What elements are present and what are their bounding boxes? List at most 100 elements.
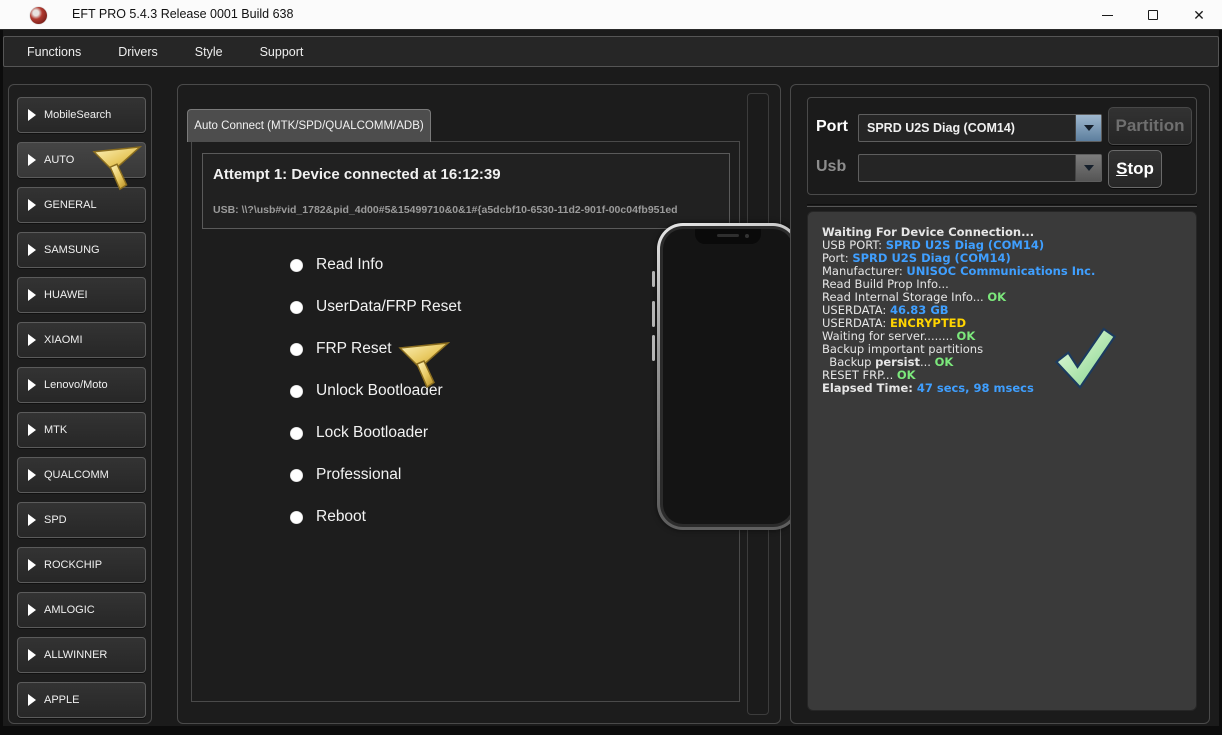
- success-check-icon: [1048, 318, 1124, 400]
- partition-button[interactable]: Partition: [1108, 107, 1192, 145]
- sidebar-item-label: HUAWEI: [44, 289, 88, 301]
- sidebar-item-lenovo-moto[interactable]: Lenovo/Moto: [17, 367, 146, 403]
- title-bar: EFT PRO 5.4.3 Release 0001 Build 638 ✕: [0, 0, 1222, 30]
- sidebar-item-qualcomm[interactable]: QUALCOMM: [17, 457, 146, 493]
- usb-select[interactable]: [858, 154, 1102, 182]
- port-group: Port SPRD U2S Diag (COM14) Partition Usb…: [807, 97, 1197, 195]
- phone-speaker: [717, 234, 739, 237]
- tab-panel: Attempt 1: Device connected at 16:12:39 …: [191, 141, 740, 702]
- sidebar-item-label: ALLWINNER: [44, 649, 107, 661]
- option-unlock-bootloader[interactable]: Unlock Bootloader: [290, 370, 461, 412]
- option-professional[interactable]: Professional: [290, 454, 461, 496]
- sidebar-item-xiaomi[interactable]: XIAOMI: [17, 322, 146, 358]
- maximize-button[interactable]: [1130, 0, 1176, 30]
- sidebar-item-label: MTK: [44, 424, 67, 436]
- sidebar-item-label: AMLOGIC: [44, 604, 95, 616]
- main-panel: Auto Connect (MTK/SPD/QUALCOMM/ADB) Atte…: [177, 84, 781, 724]
- sidebar-item-label: SPD: [44, 514, 67, 526]
- window-edge-bottom: [0, 726, 1222, 735]
- sidebar-item-general[interactable]: GENERAL: [17, 187, 146, 223]
- port-select[interactable]: SPRD U2S Diag (COM14): [858, 114, 1102, 142]
- play-triangle-icon: [28, 154, 36, 166]
- sidebar-item-samsung[interactable]: SAMSUNG: [17, 232, 146, 268]
- log-line: Elapsed Time: 47 secs, 98 msecs: [822, 382, 1196, 395]
- menu-item-support[interactable]: Support: [246, 37, 318, 66]
- phone-camera: [745, 234, 749, 238]
- play-triangle-icon: [28, 694, 36, 706]
- radio-button[interactable]: [290, 343, 303, 356]
- option-frp-reset[interactable]: FRP Reset: [290, 328, 461, 370]
- sidebar-item-label: APPLE: [44, 694, 79, 706]
- radio-button[interactable]: [290, 301, 303, 314]
- radio-button[interactable]: [290, 385, 303, 398]
- option-label: Read Info: [316, 256, 383, 274]
- option-userdata-frp-reset[interactable]: UserData/FRP Reset: [290, 286, 461, 328]
- menu-item-drivers[interactable]: Drivers: [104, 37, 172, 66]
- port-select-value: SPRD U2S Diag (COM14): [859, 121, 1075, 135]
- option-label: Professional: [316, 466, 401, 484]
- radio-button[interactable]: [290, 469, 303, 482]
- phone-volume-up: [652, 301, 655, 327]
- sidebar-item-allwinner[interactable]: ALLWINNER: [17, 637, 146, 673]
- sidebar-item-label: AUTO: [44, 154, 74, 166]
- option-lock-bootloader[interactable]: Lock Bootloader: [290, 412, 461, 454]
- maximize-icon: [1148, 10, 1158, 20]
- menu-item-style[interactable]: Style: [181, 37, 237, 66]
- sidebar-item-huawei[interactable]: HUAWEI: [17, 277, 146, 313]
- play-triangle-icon: [28, 649, 36, 661]
- attempt-title: Attempt 1: Device connected at 16:12:39: [213, 166, 501, 183]
- option-reboot[interactable]: Reboot: [290, 496, 461, 538]
- play-triangle-icon: [28, 424, 36, 436]
- radio-button[interactable]: [290, 427, 303, 440]
- sidebar-item-label: QUALCOMM: [44, 469, 109, 481]
- stop-button[interactable]: Stop: [1108, 150, 1162, 188]
- option-label: Unlock Bootloader: [316, 382, 443, 400]
- sidebar-item-mtk[interactable]: MTK: [17, 412, 146, 448]
- window-title: EFT PRO 5.4.3 Release 0001 Build 638: [72, 7, 293, 21]
- sidebar-item-label: MobileSearch: [44, 109, 111, 121]
- attempt-box: Attempt 1: Device connected at 16:12:39 …: [202, 153, 730, 229]
- log-output: Waiting For Device Connection...USB PORT…: [807, 211, 1197, 711]
- play-triangle-icon: [28, 109, 36, 121]
- play-triangle-icon: [28, 289, 36, 301]
- phone-mute-switch: [652, 271, 655, 287]
- sidebar-item-auto[interactable]: AUTO: [17, 142, 146, 178]
- play-triangle-icon: [28, 244, 36, 256]
- operation-options: Read Info UserData/FRP Reset FRP Reset Unlo…: [290, 244, 461, 538]
- option-read-info[interactable]: Read Info: [290, 244, 461, 286]
- divider: [807, 204, 1197, 207]
- sidebar: MobileSearch AUTO GENERAL SAMSUNG HUAWEI XIAO…: [8, 84, 152, 724]
- close-button[interactable]: ✕: [1176, 0, 1222, 30]
- minimize-button[interactable]: [1084, 0, 1130, 30]
- option-label: Reboot: [316, 508, 366, 526]
- sidebar-item-label: Lenovo/Moto: [44, 379, 108, 391]
- sidebar-item-apple[interactable]: APPLE: [17, 682, 146, 718]
- sidebar-item-rockchip[interactable]: ROCKCHIP: [17, 547, 146, 583]
- sidebar-item-label: XIAOMI: [44, 334, 83, 346]
- sidebar-item-amlogic[interactable]: AMLOGIC: [17, 592, 146, 628]
- sidebar-item-mobilesearch[interactable]: MobileSearch: [17, 97, 146, 133]
- play-triangle-icon: [28, 604, 36, 616]
- phone-screen: [663, 229, 793, 524]
- sidebar-item-label: SAMSUNG: [44, 244, 100, 256]
- radio-button[interactable]: [290, 511, 303, 524]
- sidebar-item-spd[interactable]: SPD: [17, 502, 146, 538]
- option-label: FRP Reset: [316, 340, 392, 358]
- chevron-down-icon[interactable]: [1075, 155, 1101, 181]
- window-edge-left: [0, 30, 3, 735]
- phone-frame: [660, 226, 796, 527]
- play-triangle-icon: [28, 514, 36, 526]
- play-triangle-icon: [28, 559, 36, 571]
- phone-volume-down: [652, 335, 655, 361]
- menu-item-functions[interactable]: Functions: [13, 37, 95, 66]
- phone-notch: [695, 229, 761, 244]
- close-icon: ✕: [1193, 8, 1205, 22]
- tab-auto-connect[interactable]: Auto Connect (MTK/SPD/QUALCOMM/ADB): [187, 109, 431, 142]
- play-triangle-icon: [28, 379, 36, 391]
- chevron-down-icon[interactable]: [1075, 115, 1101, 141]
- usb-label: Usb: [816, 158, 846, 176]
- app-window: EFT PRO 5.4.3 Release 0001 Build 638 ✕ F…: [0, 0, 1222, 735]
- radio-button[interactable]: [290, 259, 303, 272]
- play-triangle-icon: [28, 334, 36, 346]
- play-triangle-icon: [28, 199, 36, 211]
